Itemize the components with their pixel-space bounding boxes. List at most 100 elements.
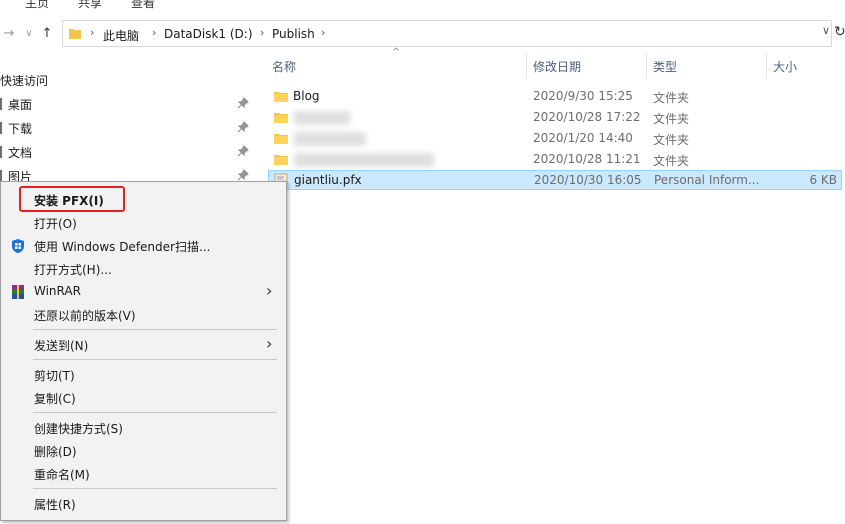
menu-separator — [33, 329, 277, 330]
menu-item-open[interactable]: 打开(O) — [2, 211, 286, 234]
recent-locations-icon[interactable]: ∨ — [22, 25, 36, 43]
menu-separator — [33, 412, 277, 413]
menu-item-create-shortcut[interactable]: 创建快捷方式(S) — [2, 416, 286, 439]
documents-icon — [0, 146, 2, 158]
file-type: 文件夹 — [653, 133, 690, 147]
menu-item-label: 删除(D) — [34, 445, 77, 459]
chevron-right-icon: › — [266, 281, 273, 300]
file-type: 文件夹 — [653, 154, 690, 168]
pin-icon[interactable] — [237, 97, 249, 109]
file-date: 2020/10/28 17:22 — [533, 110, 641, 124]
sidebar-item-label: 桌面 — [8, 98, 33, 112]
menu-item-label: WinRAR — [34, 284, 81, 298]
menu-item-restore-versions[interactable]: 还原以前的版本(V) — [2, 303, 286, 326]
blurred-name — [294, 153, 434, 167]
address-bar[interactable]: › 此电脑 › DataDisk1 (D:) › Publish › ∨ — [62, 20, 832, 47]
sidebar-item-label: 下载 — [8, 122, 33, 136]
chevron-down-icon[interactable]: ∨ — [822, 24, 830, 37]
menu-item-label: 重命名(M) — [34, 468, 90, 482]
ribbon-tabs: 主页 共享 查看 — [0, 0, 845, 12]
menu-item-label: 复制(C) — [34, 392, 76, 406]
blurred-name — [294, 111, 350, 125]
menu-separator — [33, 488, 277, 489]
file-date: 2020/10/30 16:05 — [534, 173, 642, 187]
tab-share[interactable]: 共享 — [78, 0, 102, 11]
navigation-bar: → ∨ ↑ › 此电脑 › DataDisk1 (D:) › Publish ›… — [0, 19, 845, 49]
winrar-icon — [12, 285, 24, 299]
file-row[interactable]: 2020/10/28 11:21 文件夹 — [268, 150, 842, 170]
menu-item-defender-scan[interactable]: 使用 Windows Defender扫描... — [2, 234, 286, 257]
desktop-icon — [0, 98, 2, 110]
breadcrumb-this-pc[interactable]: 此电脑 — [103, 27, 139, 44]
windows-defender-icon — [12, 239, 24, 253]
breadcrumb-publish[interactable]: Publish — [272, 27, 315, 41]
menu-item-label: 打开方式(H)... — [34, 263, 112, 277]
context-menu: 安装 PFX(I) 打开(O) 使用 Windows Defender扫描...… — [0, 181, 287, 521]
menu-item-label: 创建快捷方式(S) — [34, 422, 123, 436]
pin-icon[interactable] — [237, 145, 249, 157]
folder-icon — [274, 113, 288, 123]
menu-item-label: 剪切(T) — [34, 369, 75, 383]
menu-item-rename[interactable]: 重命名(M) — [2, 462, 286, 485]
sidebar-item-downloads[interactable]: 下载 — [0, 117, 255, 139]
column-header-size[interactable]: 大小 — [773, 58, 797, 75]
file-name: giantliu.pfx — [294, 173, 362, 187]
menu-item-label: 还原以前的版本(V) — [34, 309, 136, 323]
sidebar-item-label: 文档 — [8, 146, 33, 160]
file-type: 文件夹 — [653, 91, 690, 105]
column-header-date[interactable]: 修改日期 — [533, 58, 581, 75]
folder-icon — [274, 92, 288, 102]
file-size: 6 KB — [809, 173, 837, 187]
forward-icon[interactable]: → — [2, 25, 16, 43]
chevron-right-icon[interactable]: › — [260, 26, 264, 39]
pin-icon[interactable] — [237, 121, 249, 133]
file-type: Personal Inform... — [654, 173, 760, 187]
sidebar-item-desktop[interactable]: 桌面 — [0, 93, 255, 115]
column-header-type[interactable]: 类型 — [653, 58, 677, 75]
highlight-annotation — [19, 186, 125, 212]
file-date: 2020/1/20 14:40 — [533, 131, 633, 145]
file-name: Blog — [293, 89, 320, 103]
menu-separator — [33, 359, 277, 360]
menu-item-copy[interactable]: 复制(C) — [2, 386, 286, 409]
menu-item-delete[interactable]: 删除(D) — [2, 439, 286, 462]
menu-item-label: 打开(O) — [34, 217, 77, 231]
menu-item-properties[interactable]: 属性(R) — [2, 492, 286, 515]
menu-item-label: 属性(R) — [34, 498, 76, 512]
refresh-icon[interactable]: ↻ — [834, 24, 845, 40]
menu-item-open-with[interactable]: 打开方式(H)... — [2, 257, 286, 280]
tab-home[interactable]: 主页 — [25, 0, 49, 11]
up-icon[interactable]: ↑ — [40, 25, 54, 43]
chevron-right-icon[interactable]: › — [321, 26, 325, 39]
file-date: 2020/10/28 11:21 — [533, 152, 641, 166]
quick-access-header[interactable]: 快速访问 — [0, 72, 48, 89]
column-divider[interactable] — [646, 53, 647, 79]
menu-item-winrar[interactable]: WinRAR › — [2, 280, 286, 303]
file-row[interactable]: 2020/10/28 17:22 文件夹 — [268, 108, 842, 128]
folder-icon — [274, 155, 288, 165]
menu-item-label: 使用 Windows Defender扫描... — [34, 240, 211, 254]
column-header-name[interactable]: 名称 — [272, 58, 296, 75]
folder-icon — [274, 134, 288, 144]
file-date: 2020/9/30 15:25 — [533, 89, 633, 103]
file-row[interactable]: 2020/1/20 14:40 文件夹 — [268, 129, 842, 149]
file-type: 文件夹 — [653, 112, 690, 126]
tab-view[interactable]: 查看 — [131, 0, 155, 11]
menu-item-cut[interactable]: 剪切(T) — [2, 363, 286, 386]
pin-icon[interactable] — [237, 169, 249, 181]
file-row[interactable]: Blog 2020/9/30 15:25 文件夹 — [268, 87, 842, 107]
menu-item-label: 发送到(N) — [34, 339, 89, 353]
breadcrumb-datadisk[interactable]: DataDisk1 (D:) — [164, 27, 253, 41]
chevron-right-icon: › — [266, 334, 273, 353]
file-row-selected[interactable]: giantliu.pfx 2020/10/30 16:05 Personal I… — [268, 170, 842, 190]
downloads-icon — [0, 122, 2, 134]
chevron-right-icon[interactable]: › — [152, 26, 156, 39]
chevron-right-icon[interactable]: › — [90, 26, 94, 39]
column-divider[interactable] — [526, 53, 527, 79]
folder-icon — [69, 29, 81, 39]
menu-item-send-to[interactable]: 发送到(N) › — [2, 333, 286, 356]
column-divider[interactable] — [766, 53, 767, 79]
sort-ascending-icon: ^ — [392, 47, 401, 58]
sidebar-item-documents[interactable]: 文档 — [0, 141, 255, 163]
blurred-name — [294, 132, 366, 146]
